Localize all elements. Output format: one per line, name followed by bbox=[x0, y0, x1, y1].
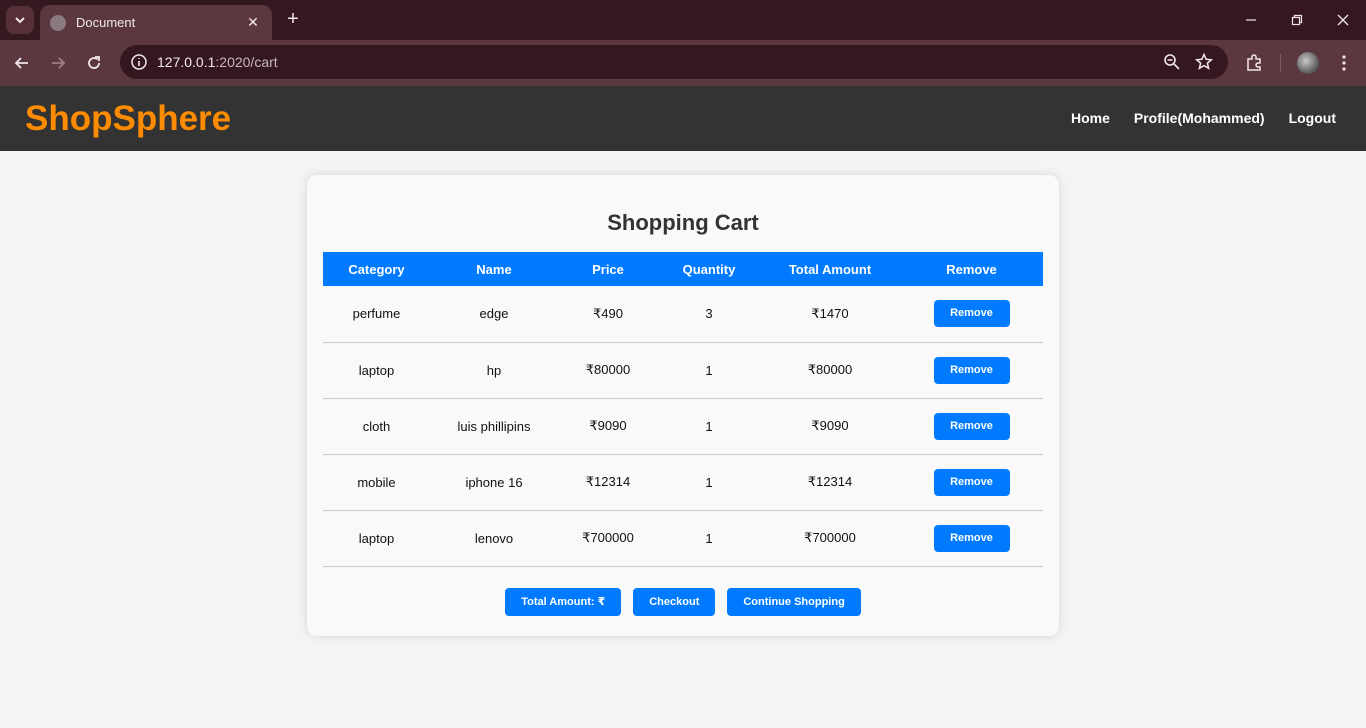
tab-search-button[interactable] bbox=[6, 6, 34, 34]
cart-table: Category Name Price Quantity Total Amoun… bbox=[323, 252, 1043, 567]
cell-price: ₹12314 bbox=[585, 474, 631, 489]
site-nav: Home Profile(Mohammed) Logout bbox=[1071, 110, 1336, 126]
remove-button[interactable]: Remove bbox=[933, 300, 1010, 328]
cell-remove: Remove bbox=[900, 454, 1043, 510]
header-price: Price bbox=[592, 261, 624, 277]
back-button[interactable] bbox=[9, 50, 35, 76]
cell-total: ₹12314 bbox=[807, 474, 853, 489]
toolbar-divider bbox=[1280, 54, 1281, 72]
minimize-icon bbox=[1246, 19, 1256, 21]
checkout-button[interactable]: Checkout bbox=[633, 588, 716, 616]
close-tab-icon[interactable]: ✕ bbox=[244, 14, 262, 31]
restore-button[interactable] bbox=[1274, 6, 1320, 34]
table-row: perfume edge ₹490 3 ₹1470 Remove bbox=[323, 286, 1043, 342]
minimize-button[interactable] bbox=[1228, 6, 1274, 34]
zoom-icon[interactable] bbox=[1163, 53, 1181, 71]
cell-price: ₹9090 bbox=[589, 418, 627, 433]
address-bar[interactable]: 127.0.0.1:2020/cart bbox=[120, 45, 1228, 79]
new-tab-button[interactable]: + bbox=[282, 8, 304, 30]
cart-actions: Total Amount: ₹ Checkout Continue Shoppi… bbox=[307, 588, 1059, 616]
site-logo[interactable]: ShopSphere bbox=[25, 99, 231, 139]
cart-card: Shopping Cart Category Name Price Quanti… bbox=[307, 175, 1059, 636]
cell-remove: Remove bbox=[900, 342, 1043, 398]
nav-logout-link[interactable]: Logout bbox=[1289, 110, 1336, 126]
cell-price: ₹80000 bbox=[585, 362, 631, 377]
site-header: ShopSphere Home Profile(Mohammed) Logout bbox=[0, 86, 1366, 151]
chevron-down-icon bbox=[15, 17, 25, 24]
cell-remove: Remove bbox=[900, 510, 1043, 566]
restore-icon bbox=[1291, 14, 1303, 26]
cell-total: ₹9090 bbox=[811, 418, 849, 433]
cell-category: perfume bbox=[352, 306, 401, 322]
browser-menu-button[interactable] bbox=[1333, 52, 1355, 74]
bookmark-star-icon[interactable] bbox=[1195, 53, 1213, 71]
cell-remove: Remove bbox=[900, 286, 1043, 342]
remove-button[interactable]: Remove bbox=[933, 356, 1010, 384]
cell-name: hp bbox=[486, 362, 502, 378]
browser-toolbar: 127.0.0.1:2020/cart bbox=[0, 40, 1366, 86]
cell-price: ₹490 bbox=[593, 305, 623, 321]
remove-button[interactable]: Remove bbox=[933, 468, 1010, 496]
globe-icon bbox=[50, 14, 66, 31]
cell-category: laptop bbox=[358, 530, 395, 546]
cell-total: ₹1470 bbox=[811, 305, 849, 321]
table-row: cloth luis phillipins ₹9090 1 ₹9090 Remo… bbox=[323, 398, 1043, 454]
cell-name: edge bbox=[479, 306, 509, 322]
total-amount-button[interactable]: Total Amount: ₹ bbox=[505, 588, 622, 616]
arrow-right-icon bbox=[52, 57, 66, 69]
table-row: laptop lenovo ₹700000 1 ₹700000 Remove bbox=[323, 510, 1043, 566]
close-window-button[interactable] bbox=[1320, 6, 1366, 34]
nav-profile-link[interactable]: Profile(Mohammed) bbox=[1134, 110, 1265, 126]
header-quantity: Quantity bbox=[682, 261, 736, 277]
cell-category: mobile bbox=[357, 474, 396, 490]
tab-title: Document bbox=[76, 15, 136, 30]
site-info-icon[interactable] bbox=[130, 53, 148, 71]
cell-total: ₹80000 bbox=[807, 362, 853, 377]
close-icon bbox=[1337, 14, 1349, 26]
browser-tab-bar: Document ✕ + bbox=[0, 0, 1366, 40]
continue-shopping-button[interactable]: Continue Shopping bbox=[727, 588, 861, 616]
nav-home-link[interactable]: Home bbox=[1071, 110, 1110, 126]
extensions-button[interactable] bbox=[1243, 52, 1265, 74]
cell-category: laptop bbox=[358, 362, 395, 378]
header-remove: Remove bbox=[946, 261, 997, 277]
table-header-row: Category Name Price Quantity Total Amoun… bbox=[323, 252, 1043, 286]
cell-quantity: 3 bbox=[705, 306, 713, 322]
cell-remove: Remove bbox=[900, 398, 1043, 454]
cell-category: cloth bbox=[362, 418, 391, 434]
cell-name: luis phillipins bbox=[457, 418, 531, 434]
table-row: mobile iphone 16 ₹12314 1 ₹12314 Remove bbox=[323, 454, 1043, 510]
header-category: Category bbox=[348, 261, 405, 277]
cart-title: Shopping Cart bbox=[607, 210, 759, 235]
cell-quantity: 1 bbox=[705, 530, 713, 546]
kebab-menu-icon bbox=[1342, 55, 1346, 71]
browser-tab[interactable]: Document ✕ bbox=[40, 5, 272, 40]
arrow-left-icon bbox=[14, 57, 28, 69]
cell-quantity: 1 bbox=[705, 418, 713, 434]
table-row: laptop hp ₹80000 1 ₹80000 Remove bbox=[323, 342, 1043, 398]
cell-name: iphone 16 bbox=[465, 474, 523, 490]
cell-quantity: 1 bbox=[705, 474, 713, 490]
url-text: 127.0.0.1:2020/cart bbox=[157, 54, 278, 70]
header-total-amount: Total Amount bbox=[788, 261, 872, 277]
cell-price: ₹700000 bbox=[582, 530, 634, 545]
puzzle-icon bbox=[1247, 54, 1261, 71]
cell-name: lenovo bbox=[474, 530, 514, 546]
remove-button[interactable]: Remove bbox=[933, 524, 1010, 552]
profile-avatar[interactable] bbox=[1297, 52, 1319, 74]
forward-button[interactable] bbox=[45, 50, 71, 76]
cell-total: ₹700000 bbox=[804, 530, 856, 545]
reload-icon bbox=[88, 56, 100, 69]
remove-button[interactable]: Remove bbox=[933, 412, 1010, 440]
reload-button[interactable] bbox=[81, 50, 107, 76]
cell-quantity: 1 bbox=[705, 362, 713, 378]
header-name: Name bbox=[476, 261, 512, 277]
